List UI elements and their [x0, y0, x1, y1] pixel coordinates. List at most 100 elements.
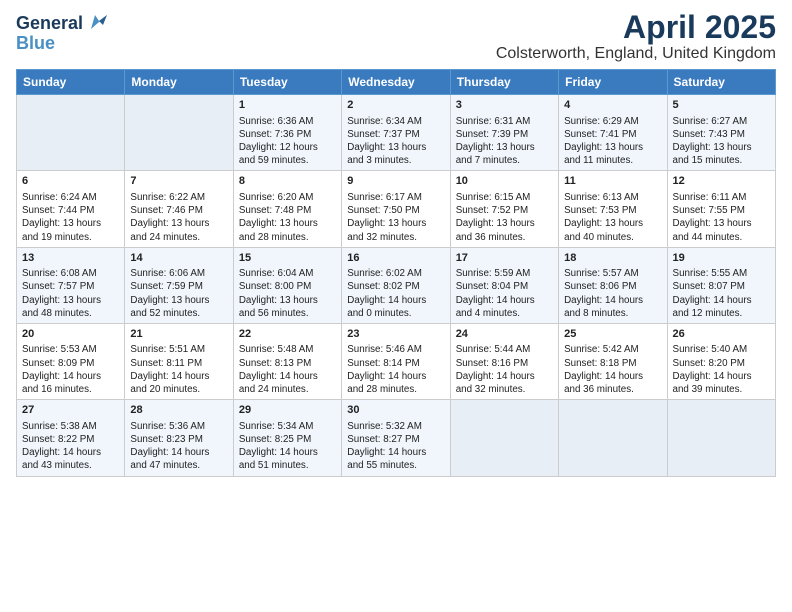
table-row: 27Sunrise: 5:38 AM Sunset: 8:22 PM Dayli… [17, 400, 125, 476]
header-monday: Monday [125, 70, 233, 95]
calendar-week-row: 6Sunrise: 6:24 AM Sunset: 7:44 PM Daylig… [17, 171, 776, 247]
day-info: Sunrise: 6:04 AM Sunset: 8:00 PM Dayligh… [239, 267, 336, 320]
table-row: 16Sunrise: 6:02 AM Sunset: 8:02 PM Dayli… [342, 247, 450, 323]
table-row: 5 Sunrise: 6:27 AM Sunset: 7:43 PM Daylig… [667, 95, 775, 171]
day-number: 3 [456, 98, 553, 113]
day-info: Sunrise: 5:59 AM Sunset: 8:04 PM Dayligh… [456, 267, 553, 320]
day-info: Sunrise: 5:40 AM Sunset: 8:20 PM Dayligh… [673, 343, 770, 396]
table-row: 12 Sunrise: 6:11 AM Sunset: 7:55 PM Dayli… [667, 171, 775, 247]
table-row [17, 95, 125, 171]
day-info: Sunrise: 6:06 AM Sunset: 7:59 PM Dayligh… [130, 267, 227, 320]
table-row: 22Sunrise: 5:48 AM Sunset: 8:13 PM Dayli… [233, 323, 341, 399]
day-number: 16 [347, 251, 444, 266]
calendar-table: Sunday Monday Tuesday Wednesday Thursday… [16, 69, 776, 476]
day-number: 17 [456, 251, 553, 266]
day-info: Sunrise: 6:29 AM Sunset: 7:41 PM Dayligh… [564, 115, 661, 168]
table-row: 18Sunrise: 5:57 AM Sunset: 8:06 PM Dayli… [559, 247, 667, 323]
table-row: 21Sunrise: 5:51 AM Sunset: 8:11 PM Dayli… [125, 323, 233, 399]
day-info: Sunrise: 6:27 AM Sunset: 7:43 PM Dayligh… [673, 115, 770, 168]
day-info: Sunrise: 6:34 AM Sunset: 7:37 PM Dayligh… [347, 115, 444, 168]
calendar-week-row: 1 Sunrise: 6:36 AM Sunset: 7:36 PM Daylig… [17, 95, 776, 171]
day-info: Sunrise: 6:22 AM Sunset: 7:46 PM Dayligh… [130, 191, 227, 244]
subtitle: Colsterworth, England, United Kingdom [496, 45, 776, 63]
day-number: 23 [347, 327, 444, 342]
table-row [450, 400, 558, 476]
day-info: Sunrise: 6:11 AM Sunset: 7:55 PM Dayligh… [673, 191, 770, 244]
table-row: 14Sunrise: 6:06 AM Sunset: 7:59 PM Dayli… [125, 247, 233, 323]
day-number: 18 [564, 251, 661, 266]
day-number: 5 [673, 98, 770, 113]
day-info: Sunrise: 6:36 AM Sunset: 7:36 PM Dayligh… [239, 115, 336, 168]
calendar-week-row: 13Sunrise: 6:08 AM Sunset: 7:57 PM Dayli… [17, 247, 776, 323]
day-number: 22 [239, 327, 336, 342]
day-number: 26 [673, 327, 770, 342]
day-number: 13 [22, 251, 119, 266]
table-row: 13Sunrise: 6:08 AM Sunset: 7:57 PM Dayli… [17, 247, 125, 323]
logo-bird-icon [85, 11, 107, 33]
logo-text-blue: Blue [16, 33, 55, 53]
table-row: 30 Sunrise: 5:32 AM Sunset: 8:27 PM Dayli… [342, 400, 450, 476]
table-row: 24Sunrise: 5:44 AM Sunset: 8:16 PM Dayli… [450, 323, 558, 399]
day-info: Sunrise: 5:53 AM Sunset: 8:09 PM Dayligh… [22, 343, 119, 396]
day-info: Sunrise: 5:32 AM Sunset: 8:27 PM Dayligh… [347, 420, 444, 473]
day-number: 29 [239, 403, 336, 418]
day-info: Sunrise: 5:44 AM Sunset: 8:16 PM Dayligh… [456, 343, 553, 396]
header-wednesday: Wednesday [342, 70, 450, 95]
calendar-week-row: 20Sunrise: 5:53 AM Sunset: 8:09 PM Dayli… [17, 323, 776, 399]
table-row: 11 Sunrise: 6:13 AM Sunset: 7:53 PM Dayli… [559, 171, 667, 247]
day-info: Sunrise: 5:46 AM Sunset: 8:14 PM Dayligh… [347, 343, 444, 396]
day-number: 1 [239, 98, 336, 113]
day-info: Sunrise: 6:20 AM Sunset: 7:48 PM Dayligh… [239, 191, 336, 244]
day-info: Sunrise: 6:08 AM Sunset: 7:57 PM Dayligh… [22, 267, 119, 320]
table-row: 7 Sunrise: 6:22 AM Sunset: 7:46 PM Daylig… [125, 171, 233, 247]
table-row: 20Sunrise: 5:53 AM Sunset: 8:09 PM Dayli… [17, 323, 125, 399]
day-info: Sunrise: 5:36 AM Sunset: 8:23 PM Dayligh… [130, 420, 227, 473]
day-number: 10 [456, 174, 553, 189]
table-row: 15Sunrise: 6:04 AM Sunset: 8:00 PM Dayli… [233, 247, 341, 323]
day-number: 19 [673, 251, 770, 266]
table-row: 23Sunrise: 5:46 AM Sunset: 8:14 PM Dayli… [342, 323, 450, 399]
day-number: 15 [239, 251, 336, 266]
calendar-week-row: 27Sunrise: 5:38 AM Sunset: 8:22 PM Dayli… [17, 400, 776, 476]
day-info: Sunrise: 6:02 AM Sunset: 8:02 PM Dayligh… [347, 267, 444, 320]
calendar-header-row: Sunday Monday Tuesday Wednesday Thursday… [17, 70, 776, 95]
day-number: 25 [564, 327, 661, 342]
table-row: 10 Sunrise: 6:15 AM Sunset: 7:52 PM Dayli… [450, 171, 558, 247]
day-info: Sunrise: 5:48 AM Sunset: 8:13 PM Dayligh… [239, 343, 336, 396]
day-info: Sunrise: 6:15 AM Sunset: 7:52 PM Dayligh… [456, 191, 553, 244]
day-info: Sunrise: 5:57 AM Sunset: 8:06 PM Dayligh… [564, 267, 661, 320]
day-number: 7 [130, 174, 227, 189]
header-tuesday: Tuesday [233, 70, 341, 95]
logo: General Blue [16, 14, 107, 54]
day-number: 21 [130, 327, 227, 342]
table-row: 6Sunrise: 6:24 AM Sunset: 7:44 PM Daylig… [17, 171, 125, 247]
day-number: 4 [564, 98, 661, 113]
header-friday: Friday [559, 70, 667, 95]
day-number: 20 [22, 327, 119, 342]
header-sunday: Sunday [17, 70, 125, 95]
table-row: 4 Sunrise: 6:29 AM Sunset: 7:41 PM Daylig… [559, 95, 667, 171]
day-info: Sunrise: 6:13 AM Sunset: 7:53 PM Dayligh… [564, 191, 661, 244]
table-row [667, 400, 775, 476]
table-row: 8Sunrise: 6:20 AM Sunset: 7:48 PM Daylig… [233, 171, 341, 247]
title-block: April 2025 Colsterworth, England, United… [496, 10, 776, 63]
page: General Blue April 2025 Colsterworth, En… [0, 0, 792, 612]
day-number: 12 [673, 174, 770, 189]
table-row: 19Sunrise: 5:55 AM Sunset: 8:07 PM Dayli… [667, 247, 775, 323]
day-number: 30 [347, 403, 444, 418]
main-title: April 2025 [496, 10, 776, 45]
table-row: 17Sunrise: 5:59 AM Sunset: 8:04 PM Dayli… [450, 247, 558, 323]
day-info: Sunrise: 5:34 AM Sunset: 8:25 PM Dayligh… [239, 420, 336, 473]
day-info: Sunrise: 6:17 AM Sunset: 7:50 PM Dayligh… [347, 191, 444, 244]
day-number: 14 [130, 251, 227, 266]
header-saturday: Saturday [667, 70, 775, 95]
day-number: 27 [22, 403, 119, 418]
day-number: 24 [456, 327, 553, 342]
table-row: 3Sunrise: 6:31 AM Sunset: 7:39 PM Daylig… [450, 95, 558, 171]
day-number: 11 [564, 174, 661, 189]
day-info: Sunrise: 5:51 AM Sunset: 8:11 PM Dayligh… [130, 343, 227, 396]
day-info: Sunrise: 6:24 AM Sunset: 7:44 PM Dayligh… [22, 191, 119, 244]
day-number: 2 [347, 98, 444, 113]
day-number: 9 [347, 174, 444, 189]
header-thursday: Thursday [450, 70, 558, 95]
